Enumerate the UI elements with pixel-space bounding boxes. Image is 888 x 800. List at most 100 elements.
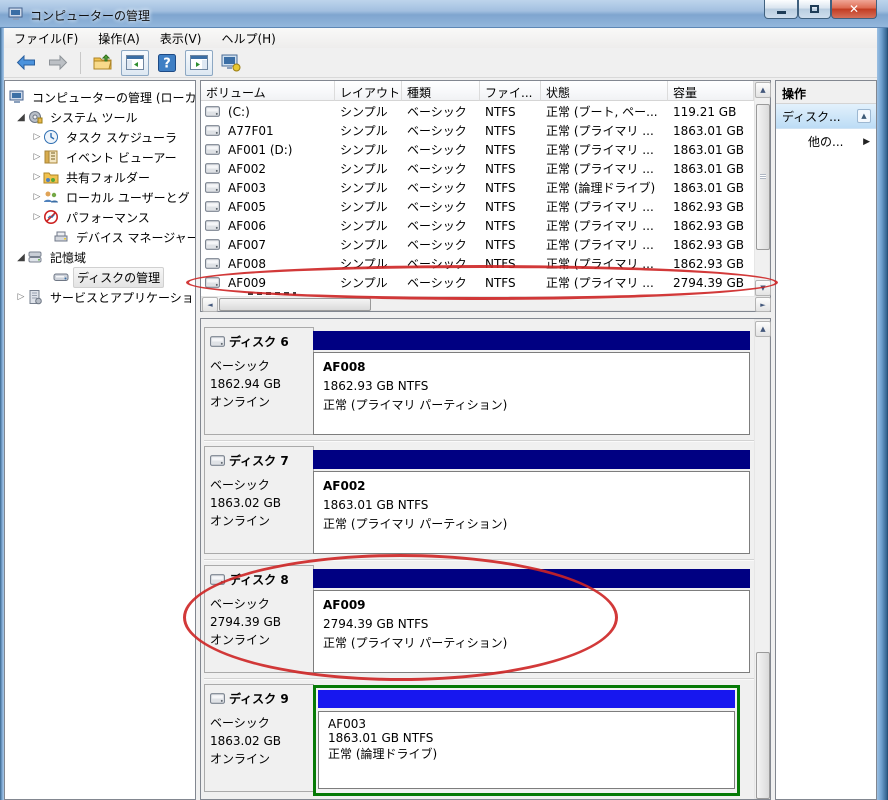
actions-more-item[interactable]: 他の... ▶ <box>776 129 876 154</box>
disk9-partition[interactable]: AF003 1863.01 GB NTFS 正常 (論理ドライブ) <box>318 711 735 789</box>
toggle-action-pane-button[interactable] <box>185 49 213 76</box>
close-button[interactable]: ✕ <box>831 0 877 19</box>
tree-item-computer-management[interactable]: コンピューターの管理 (ローカ <box>9 87 195 107</box>
column-header-layout[interactable]: レイアウト <box>335 81 402 101</box>
cell-status: 正常 (プライマリ ... <box>546 124 654 138</box>
scroll-thumb[interactable] <box>219 298 371 311</box>
column-header-fs[interactable]: ファイ... <box>480 81 541 101</box>
tree-label: タスク スケジューラ <box>66 130 177 145</box>
console-tree-icon <box>126 55 144 70</box>
volume-row[interactable]: AF007 シンプル ベーシック NTFS 正常 (プライマリ ... 1862… <box>201 235 754 254</box>
tree-item-shared-folders[interactable]: ▷ 共有フォルダー <box>31 167 153 187</box>
tree-item-local-users-groups[interactable]: ▷ ローカル ユーザーとグ <box>31 187 193 207</box>
cell-capacity: 1862.93 GB <box>673 218 744 233</box>
column-header-volume[interactable]: ボリューム <box>201 81 335 101</box>
cell-capacity: 1863.01 GB <box>673 123 744 138</box>
tree-item-system-tools[interactable]: ◢ システム ツール <box>15 107 140 127</box>
expander-collapsed-icon[interactable]: ▷ <box>31 212 43 222</box>
expander-collapsed-icon[interactable]: ▷ <box>31 192 43 202</box>
scroll-up-button[interactable]: ▲ <box>755 82 771 98</box>
partition-size: 2794.39 GB NTFS <box>323 617 429 631</box>
scroll-down-button[interactable]: ▼ <box>755 280 771 296</box>
scroll-right-button[interactable]: ► <box>755 297 771 312</box>
cell-volume: AF007 <box>228 237 267 252</box>
volume-row[interactable]: AF005 シンプル ベーシック NTFS 正常 (プライマリ ... 1862… <box>201 197 754 216</box>
disk8-partition[interactable]: AF009 2794.39 GB NTFS 正常 (プライマリ パーティション) <box>313 590 750 673</box>
cell-status: 正常 (プライマリ ... <box>546 257 654 271</box>
tree-item-performance[interactable]: ▷ パフォーマンス <box>31 207 153 227</box>
column-header-type[interactable]: 種類 <box>402 81 480 101</box>
tree-item-disk-management[interactable]: ディスクの管理 <box>53 266 165 288</box>
drive-icon <box>205 201 220 212</box>
toolbar: ? <box>4 48 877 78</box>
collapse-section-icon[interactable]: ▲ <box>857 109 871 123</box>
volume-row[interactable]: A77F01 シンプル ベーシック NTFS 正常 (プライマリ ... 186… <box>201 121 754 140</box>
volume-row-af009[interactable]: AF009 シンプル ベーシック NTFS 正常 (プライマリ ... 2794… <box>201 273 754 292</box>
disk6-info-box[interactable]: ディスク 6 ベーシック 1862.94 GB オンライン <box>204 327 314 435</box>
scroll-up-button[interactable]: ▲ <box>755 321 771 337</box>
expander-expanded-icon[interactable]: ◢ <box>15 252 27 263</box>
cell-capacity: 1863.01 GB <box>673 142 744 157</box>
properties-button[interactable] <box>217 50 245 76</box>
volume-list-hscrollbar[interactable]: ◄ ► <box>201 296 771 312</box>
disk9-info-box[interactable]: ディスク 9 ベーシック 1863.02 GB オンライン <box>204 684 314 792</box>
partition-size: 1862.93 GB NTFS <box>323 379 429 393</box>
tree-item-event-viewer[interactable]: ▷ イベント ビューアー <box>31 147 180 167</box>
expander-collapsed-icon[interactable]: ▷ <box>31 172 43 182</box>
volume-row[interactable]: AF001 (D:) シンプル ベーシック NTFS 正常 (プライマリ ...… <box>201 140 754 159</box>
partition-status: 正常 (論理ドライブ) <box>328 747 438 761</box>
menu-action[interactable]: 操作(A) <box>88 28 150 49</box>
maximize-button[interactable] <box>798 0 831 19</box>
expander-expanded-icon[interactable]: ◢ <box>15 112 27 123</box>
volume-row[interactable]: AF002 シンプル ベーシック NTFS 正常 (プライマリ ... 1863… <box>201 159 754 178</box>
disk-type: ベーシック <box>210 716 270 730</box>
scroll-thumb[interactable] <box>756 652 770 799</box>
tree-item-services-applications[interactable]: ▷ サービスとアプリケーショ <box>15 287 195 307</box>
volume-list-vscrollbar[interactable]: ▲ ▼ <box>754 81 771 296</box>
expander-collapsed-icon[interactable]: ▷ <box>31 152 43 162</box>
cell-type: ベーシック <box>407 181 467 195</box>
volume-row[interactable]: AF003 シンプル ベーシック NTFS 正常 (論理ドライブ) 1863.0… <box>201 178 754 197</box>
open-button[interactable] <box>89 50 117 76</box>
back-button[interactable] <box>12 50 40 76</box>
scroll-thumb[interactable] <box>756 104 770 250</box>
toggle-console-tree-button[interactable] <box>121 49 149 76</box>
tree-label: ローカル ユーザーとグ <box>66 190 190 205</box>
disk7-partition[interactable]: AF002 1863.01 GB NTFS 正常 (プライマリ パーティション) <box>313 471 750 554</box>
disk6-partition[interactable]: AF008 1862.93 GB NTFS 正常 (プライマリ パーティション) <box>313 352 750 435</box>
volume-row[interactable]: AF006 シンプル ベーシック NTFS 正常 (プライマリ ... 1862… <box>201 216 754 235</box>
title-bar[interactable]: コンピューターの管理 ✕ <box>0 0 888 28</box>
column-header-status[interactable]: 状態 <box>541 81 668 101</box>
menu-file[interactable]: ファイル(F) <box>4 28 88 49</box>
actions-section-disk-management[interactable]: ディスク... ▲ <box>776 104 876 129</box>
help-button[interactable]: ? <box>153 50 181 76</box>
drive-icon <box>205 106 220 117</box>
disk-pane-vscrollbar[interactable]: ▲ <box>754 319 771 799</box>
menu-help[interactable]: ヘルプ(H) <box>211 28 285 49</box>
cell-fs: NTFS <box>485 256 516 271</box>
column-header-capacity[interactable]: 容量 <box>668 81 754 101</box>
disk-name: ディスク 9 <box>229 692 289 706</box>
tree-item-device-manager[interactable]: デバイス マネージャー <box>53 227 195 247</box>
cell-volume: AF009 <box>228 275 267 290</box>
cell-status: 正常 (プライマリ ... <box>546 276 654 290</box>
window-border-right <box>877 28 888 800</box>
drive-icon <box>205 163 220 174</box>
disk8-info-box[interactable]: ディスク 8 ベーシック 2794.39 GB オンライン <box>204 565 314 673</box>
minimize-button[interactable] <box>764 0 798 19</box>
system-tools-icon <box>29 111 43 124</box>
cell-volume: (C:) <box>228 104 250 119</box>
expander-collapsed-icon[interactable]: ▷ <box>15 292 27 302</box>
disk7-info-box[interactable]: ディスク 7 ベーシック 1863.02 GB オンライン <box>204 446 314 554</box>
menu-view[interactable]: 表示(V) <box>150 28 212 49</box>
drive-icon <box>205 125 220 136</box>
forward-button[interactable] <box>44 50 72 76</box>
volume-row[interactable]: (C:) シンプル ベーシック NTFS 正常 (ブート, ペー... 119.… <box>201 102 754 121</box>
cell-fs: NTFS <box>485 180 516 195</box>
tree-item-task-scheduler[interactable]: ▷ タスク スケジューラ <box>31 127 180 147</box>
volume-row[interactable]: AF008 シンプル ベーシック NTFS 正常 (プライマリ ... 1862… <box>201 254 754 273</box>
expander-collapsed-icon[interactable]: ▷ <box>31 132 43 142</box>
tree-item-storage[interactable]: ◢ 記憶域 <box>15 247 89 267</box>
scroll-left-button[interactable]: ◄ <box>202 297 218 312</box>
computer-management-window: コンピューターの管理 ✕ ファイル(F) 操作(A) 表示(V) ヘルプ(H) <box>0 0 888 800</box>
